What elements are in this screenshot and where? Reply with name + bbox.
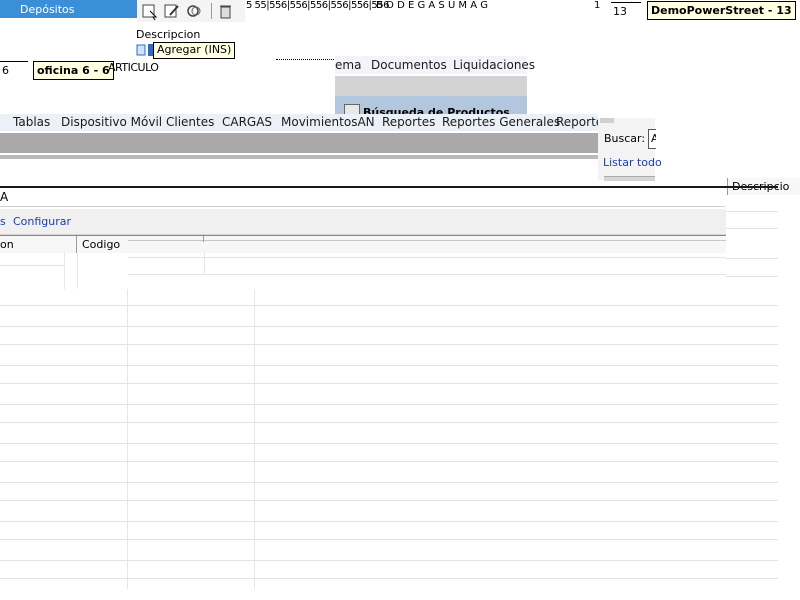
search-input[interactable]: A bbox=[648, 129, 656, 149]
panel-bottom-edge bbox=[604, 176, 655, 181]
menu-cargas[interactable]: CARGAS bbox=[222, 115, 272, 129]
demo-power-street-tooltip: DemoPowerStreet - 13 bbox=[647, 1, 796, 20]
grid-row-line bbox=[726, 228, 778, 229]
panel-scroll-thumb bbox=[600, 118, 614, 123]
select-icon[interactable] bbox=[141, 2, 159, 21]
grid-row-line bbox=[0, 404, 778, 405]
trash-icon[interactable] bbox=[217, 2, 235, 20]
grid-row-line bbox=[0, 265, 64, 266]
grid-row-line bbox=[726, 276, 778, 277]
configure-link[interactable]: Configurar bbox=[13, 215, 71, 228]
copy-icon[interactable] bbox=[185, 2, 203, 20]
grid-col-line bbox=[254, 289, 255, 589]
grid-col-line bbox=[77, 253, 78, 289]
window-titlebar: Depósitos bbox=[0, 0, 137, 18]
grid-row-line bbox=[726, 258, 778, 259]
grid-row-line bbox=[0, 500, 778, 501]
menu-liquidaciones[interactable]: Liquidaciones bbox=[453, 58, 535, 72]
grid-header-divider-2 bbox=[128, 240, 726, 241]
menu-reportes-generales[interactable]: Reportes Generales bbox=[442, 115, 560, 129]
glitch-marks bbox=[276, 59, 336, 68]
grid-row-line bbox=[0, 365, 778, 366]
menu-dispositivo-movil[interactable]: Dispositivo Móvil bbox=[61, 115, 162, 129]
grid-col-line bbox=[127, 289, 128, 589]
grid-header-description[interactable]: on bbox=[0, 238, 14, 251]
filter-input[interactable]: A bbox=[0, 188, 725, 207]
product-search-header-bar bbox=[335, 76, 527, 96]
edit-icon[interactable] bbox=[163, 2, 181, 20]
grid-header-divider bbox=[76, 236, 77, 253]
toolbar-separator bbox=[211, 3, 212, 19]
grid-row-line bbox=[0, 578, 778, 579]
field-13[interactable]: 13 bbox=[611, 2, 641, 19]
grid-row-line bbox=[0, 305, 778, 306]
articulo-text: ARTICULO bbox=[108, 61, 159, 74]
toolbar-strip bbox=[0, 133, 598, 153]
menu-movimientosan[interactable]: MovimientosAN bbox=[281, 115, 375, 129]
grid-row-line bbox=[0, 383, 778, 384]
menu-tablas[interactable]: Tablas bbox=[13, 115, 50, 129]
grid-row-line bbox=[0, 344, 778, 345]
glitch-number-strip: 5 55|556|556|556|556|556|556 bbox=[246, 0, 390, 11]
main-menu-bar: Tablas Dispositivo Móvil Clientes CARGAS… bbox=[0, 114, 603, 131]
grid-header-code[interactable]: Codigo bbox=[82, 238, 120, 251]
glitch-number: 1 bbox=[594, 0, 601, 11]
menu-reportes[interactable]: Reportes bbox=[382, 115, 435, 129]
grid-row-line bbox=[128, 257, 726, 258]
search-panel: Buscar: A Listar todo bbox=[598, 118, 662, 181]
window-title: Depósitos bbox=[20, 3, 75, 16]
grid-row-line bbox=[0, 461, 778, 462]
top-menu-bar: ema Documentos Liquidaciones bbox=[335, 56, 535, 74]
action-partial-link[interactable]: s bbox=[0, 215, 6, 228]
document-icon bbox=[136, 44, 146, 56]
grid-row-line bbox=[726, 211, 778, 212]
grid-body bbox=[0, 289, 778, 589]
description-label: Descripcion bbox=[136, 28, 201, 41]
grid-row-line bbox=[0, 326, 778, 327]
field-6[interactable]: 6 bbox=[0, 61, 28, 78]
list-all-link[interactable]: Listar todo bbox=[603, 156, 662, 169]
toolbar-strip-lower bbox=[0, 155, 598, 159]
grid-row-line bbox=[0, 443, 778, 444]
menu-reporte[interactable]: Reporte bbox=[556, 115, 603, 129]
add-tooltip: Agregar (INS) bbox=[153, 42, 236, 59]
grid-header-tick bbox=[203, 236, 204, 242]
grid-row-line bbox=[128, 274, 726, 275]
product-search-window: Búsqueda de Productos bbox=[335, 96, 527, 119]
right-fragment-lines bbox=[726, 196, 778, 286]
grid-header-row: on Codigo bbox=[0, 235, 726, 254]
grid-row-line bbox=[0, 560, 778, 561]
actions-bar: s Configurar bbox=[0, 209, 726, 235]
menu-documentos[interactable]: Documentos bbox=[371, 58, 447, 72]
glitch-letter-strip: B O D E G A S U M A G bbox=[376, 0, 489, 11]
menu-sistema[interactable]: ema bbox=[335, 58, 361, 72]
oficina-tooltip: oficina 6 - 6 bbox=[33, 61, 114, 80]
grid-col-line bbox=[64, 253, 65, 289]
grid-row-line bbox=[0, 539, 778, 540]
grid-row-line bbox=[0, 422, 778, 423]
toolbar bbox=[137, 0, 245, 22]
grid-row-line bbox=[0, 521, 778, 522]
menu-clientes[interactable]: Clientes bbox=[166, 115, 214, 129]
grid-row-line bbox=[0, 482, 778, 483]
search-label: Buscar: bbox=[604, 132, 646, 145]
grid-upper-block bbox=[0, 253, 726, 289]
